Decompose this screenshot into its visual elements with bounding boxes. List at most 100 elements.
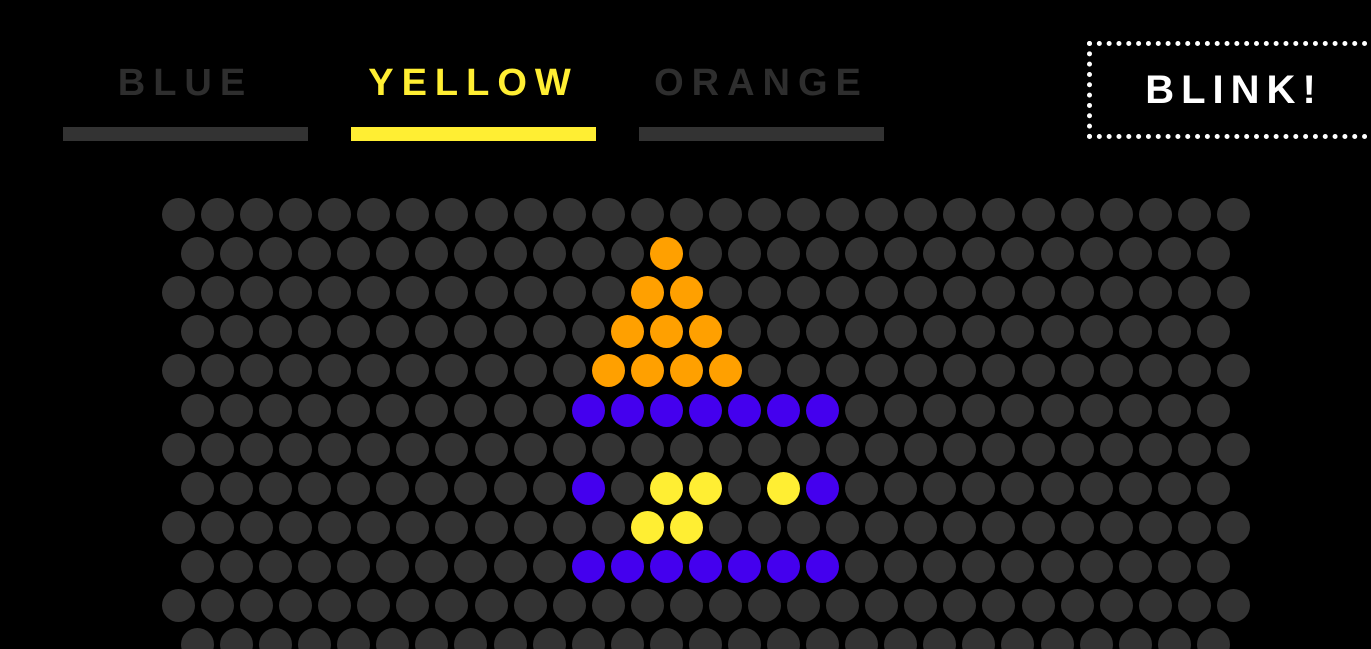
light-dot-off[interactable] xyxy=(1060,198,1094,231)
light-dot-off[interactable] xyxy=(826,354,860,388)
light-dot-off[interactable] xyxy=(1177,198,1211,231)
light-dot-off[interactable] xyxy=(552,432,586,466)
light-dot-off[interactable] xyxy=(1001,549,1035,583)
light-dot-off[interactable] xyxy=(162,354,195,388)
light-dot-off[interactable] xyxy=(708,276,742,310)
light-dot-off[interactable] xyxy=(982,432,1016,466)
light-dot-off[interactable] xyxy=(474,589,508,622)
light-dot-off[interactable] xyxy=(513,354,547,388)
light-dot-off[interactable] xyxy=(298,628,332,649)
light-dot-off[interactable] xyxy=(1079,628,1113,649)
light-dot-off[interactable] xyxy=(1157,471,1191,505)
light-dot-off[interactable] xyxy=(1060,354,1094,388)
light-dot-off[interactable] xyxy=(943,198,977,231)
light-dot-off[interactable] xyxy=(181,393,214,427)
light-dot-off[interactable] xyxy=(845,549,879,583)
light-dot-yellow[interactable] xyxy=(630,510,664,544)
light-dot-off[interactable] xyxy=(1118,549,1152,583)
light-dot-off[interactable] xyxy=(826,589,860,622)
light-dot-off[interactable] xyxy=(435,510,469,544)
light-dot-off[interactable] xyxy=(337,315,371,349)
light-dot-off[interactable] xyxy=(474,354,508,388)
light-dot-off[interactable] xyxy=(376,471,410,505)
light-dot-off[interactable] xyxy=(865,198,899,231)
light-dot-blue[interactable] xyxy=(610,393,644,427)
light-dot-off[interactable] xyxy=(376,237,410,271)
light-dot-orange[interactable] xyxy=(630,276,664,310)
light-dot-off[interactable] xyxy=(748,510,782,544)
light-dot-off[interactable] xyxy=(532,471,566,505)
light-dot-off[interactable] xyxy=(337,237,371,271)
light-dot-off[interactable] xyxy=(181,471,214,505)
light-dot-off[interactable] xyxy=(669,432,703,466)
light-dot-off[interactable] xyxy=(1177,510,1211,544)
light-dot-off[interactable] xyxy=(513,432,547,466)
light-dot-off[interactable] xyxy=(1177,432,1211,466)
light-dot-off[interactable] xyxy=(376,628,410,649)
light-dot-off[interactable] xyxy=(181,628,214,649)
light-dot-off[interactable] xyxy=(1040,237,1074,271)
light-dot-off[interactable] xyxy=(982,276,1016,310)
light-dot-blue[interactable] xyxy=(767,393,801,427)
light-dot-off[interactable] xyxy=(220,628,254,649)
light-dot-off[interactable] xyxy=(1196,471,1230,505)
light-dot-off[interactable] xyxy=(982,198,1016,231)
light-dot-off[interactable] xyxy=(1040,315,1074,349)
light-dot-off[interactable] xyxy=(904,589,938,622)
tab-yellow[interactable]: YELLOW xyxy=(351,58,596,142)
light-dot-off[interactable] xyxy=(201,354,235,388)
light-dot-off[interactable] xyxy=(1138,432,1172,466)
light-dot-off[interactable] xyxy=(181,315,214,349)
light-dot-off[interactable] xyxy=(767,315,801,349)
light-dot-off[interactable] xyxy=(806,237,840,271)
light-dot-off[interactable] xyxy=(1118,471,1152,505)
light-dot-off[interactable] xyxy=(259,549,293,583)
light-dot-off[interactable] xyxy=(884,549,918,583)
light-dot-off[interactable] xyxy=(240,198,274,231)
light-dot-off[interactable] xyxy=(1079,471,1113,505)
light-dot-off[interactable] xyxy=(688,628,722,649)
light-dot-off[interactable] xyxy=(1196,237,1230,271)
light-dot-off[interactable] xyxy=(1099,589,1133,622)
light-dot-off[interactable] xyxy=(571,628,605,649)
light-dot-off[interactable] xyxy=(532,237,566,271)
light-dot-off[interactable] xyxy=(943,510,977,544)
light-dot-off[interactable] xyxy=(1157,628,1191,649)
light-dot-off[interactable] xyxy=(454,549,488,583)
light-dot-off[interactable] xyxy=(532,393,566,427)
light-dot-off[interactable] xyxy=(591,510,625,544)
light-dot-off[interactable] xyxy=(1079,549,1113,583)
light-dot-off[interactable] xyxy=(552,354,586,388)
light-dot-off[interactable] xyxy=(826,432,860,466)
light-dot-off[interactable] xyxy=(787,589,821,622)
light-dot-off[interactable] xyxy=(1040,549,1074,583)
light-dot-off[interactable] xyxy=(318,276,352,310)
tab-orange[interactable]: ORANGE xyxy=(639,58,884,142)
light-dot-off[interactable] xyxy=(162,589,195,622)
light-dot-off[interactable] xyxy=(1079,315,1113,349)
light-dot-off[interactable] xyxy=(865,354,899,388)
light-dot-off[interactable] xyxy=(708,510,742,544)
light-dot-off[interactable] xyxy=(1021,198,1055,231)
light-dot-off[interactable] xyxy=(1216,276,1250,310)
light-dot-off[interactable] xyxy=(610,471,644,505)
light-dot-off[interactable] xyxy=(1157,237,1191,271)
light-dot-off[interactable] xyxy=(357,432,391,466)
light-dot-off[interactable] xyxy=(1118,315,1152,349)
light-dot-off[interactable] xyxy=(1001,471,1035,505)
light-dot-off[interactable] xyxy=(748,354,782,388)
light-dot-off[interactable] xyxy=(337,393,371,427)
light-dot-off[interactable] xyxy=(630,198,664,231)
light-dot-off[interactable] xyxy=(318,510,352,544)
light-dot-off[interactable] xyxy=(962,237,996,271)
light-dot-blue[interactable] xyxy=(806,471,840,505)
light-dot-off[interactable] xyxy=(806,315,840,349)
light-dot-off[interactable] xyxy=(826,510,860,544)
light-dot-off[interactable] xyxy=(201,589,235,622)
light-dot-off[interactable] xyxy=(865,589,899,622)
light-dot-off[interactable] xyxy=(767,628,801,649)
light-dot-blue[interactable] xyxy=(571,393,605,427)
light-dot-blue[interactable] xyxy=(571,549,605,583)
light-dot-off[interactable] xyxy=(415,628,449,649)
light-dot-off[interactable] xyxy=(904,432,938,466)
